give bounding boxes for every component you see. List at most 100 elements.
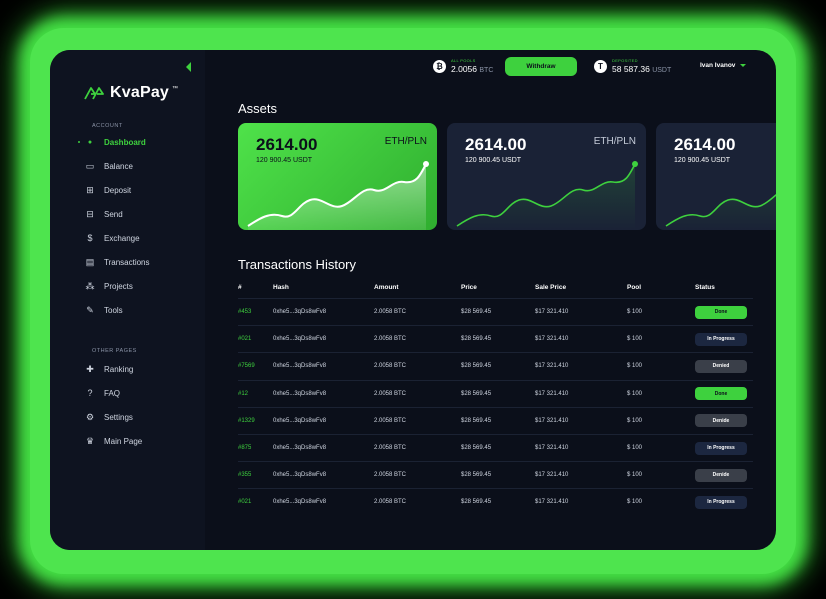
- table-row[interactable]: #021 0xhe5...3qDs8wFv8 2.0058 BTC $28 569.4…: [238, 488, 753, 515]
- status-cell: Done: [695, 387, 753, 401]
- sidebar-item-dashboard[interactable]: ● Dashboard: [78, 130, 204, 154]
- all-pools-label: ALL POOLS: [451, 58, 476, 63]
- assets-title: Assets: [238, 101, 278, 116]
- table-row[interactable]: #355 0xhe5...3qDs8wFv8 2.0058 BTC $28 569.4…: [238, 461, 753, 488]
- asset-amount: 2614.00: [256, 135, 318, 154]
- other-nav: ✚ Ranking? FAQ ⚙ Settings ♛ Main Page: [84, 357, 204, 453]
- tx-sale-price: $17 321.410: [535, 336, 569, 343]
- section-label-account: ACCOUNT: [92, 123, 123, 129]
- tx-sale-price: $17 321.410: [535, 472, 569, 479]
- deposited-label: DEPOSITED: [612, 58, 638, 63]
- sidebar-item-projects[interactable]: ⁂ Projects: [84, 274, 204, 298]
- column-header[interactable]: Pool: [627, 284, 695, 291]
- user-menu[interactable]: Ivan Ivanov: [700, 62, 747, 69]
- account-nav: ● Dashboard ▭ Balance ⊞ Deposit ⊟ Send $ Exchange…: [78, 130, 204, 322]
- crown-icon: ♛: [85, 435, 95, 446]
- ranking-icon: ✚: [86, 363, 94, 374]
- tx-sale-price: $17 321.410: [535, 363, 569, 370]
- sidebar-item-main-page[interactable]: ♛ Main Page: [84, 429, 204, 453]
- tx-sale-price: $17 321.410: [535, 390, 569, 397]
- table-header: # Hash Amount Price Sale Price Pool Stat…: [238, 276, 753, 298]
- sidebar-item-balance[interactable]: ▭ Balance: [84, 154, 204, 178]
- table-row[interactable]: #7569 0xhe5...3qDs8wFv8 2.0058 BTC $28 569.…: [238, 352, 753, 379]
- app-window: KvaPay ™ ACCOUNT ● Dashboard ▭ Balance ⊞ Depo…: [50, 50, 776, 550]
- tx-id: #1329: [238, 417, 255, 424]
- tx-price: $28 569.45: [461, 309, 492, 316]
- tx-amount: 2.0058 BTC: [374, 472, 407, 479]
- column-header[interactable]: Hash: [273, 284, 374, 291]
- tx-id: #355: [238, 472, 252, 479]
- status-badge: Done: [695, 387, 747, 401]
- sidebar-item-faq[interactable]: ? FAQ: [84, 381, 204, 405]
- all-pools-unit: BTC: [479, 67, 494, 74]
- tx-amount: 2.0058 BTC: [374, 336, 407, 343]
- deposited-stat: T DEPOSITED 58 587.36 USDT: [594, 58, 671, 74]
- sidebar-item-label: Send: [104, 209, 123, 219]
- deposited-value-wrap: 58 587.36 USDT: [612, 64, 671, 74]
- tx-sale-price: $17 321.410: [535, 445, 569, 452]
- tx-hash: 0xhe5...3qDs8wFv8: [273, 499, 327, 506]
- faq-icon: ?: [87, 388, 93, 398]
- tx-amount: 2.0058 BTC: [374, 363, 407, 370]
- table-row[interactable]: #875 0xhe5...3qDs8wFv8 2.0058 BTC $28 569.4…: [238, 433, 753, 461]
- tx-amount: 2.0058 BTC: [374, 309, 407, 316]
- asset-sparkline: [456, 161, 638, 230]
- tx-amount: 2.0058 BTC: [374, 499, 407, 506]
- collapse-sidebar-icon[interactable]: [186, 62, 191, 72]
- status-cell: Denied: [695, 359, 753, 373]
- asset-amount: 2614.00: [465, 135, 527, 154]
- tx-id: #875: [238, 445, 252, 452]
- user-name: Ivan Ivanov: [700, 62, 736, 69]
- sidebar-item-ranking[interactable]: ✚ Ranking: [84, 357, 204, 381]
- asset-pair: ETH/PLN: [593, 136, 636, 147]
- status-badge: Denide: [695, 414, 747, 428]
- tx-hash: 0xhe5...3qDs8wFv8: [273, 336, 327, 343]
- table-row[interactable]: #1329 0xhe5...3qDs8wFv8 2.0058 BTC $28 569.…: [238, 406, 753, 434]
- tx-price: $28 569.45: [461, 363, 492, 370]
- column-header[interactable]: Sale Price: [535, 284, 627, 291]
- asset-card[interactable]: 2614.00 120 900.45 USDT ETH/PLN: [447, 123, 646, 230]
- sidebar-item-tools[interactable]: ✎ Tools: [84, 298, 204, 322]
- tx-amount: 2.0058 BTC: [374, 445, 407, 452]
- brand-name: KvaPay: [110, 84, 170, 101]
- status-cell: In Progress: [695, 495, 753, 509]
- sidebar-item-exchange[interactable]: $ Exchange: [84, 226, 204, 250]
- sidebar-item-send[interactable]: ⊟ Send: [84, 202, 204, 226]
- logo[interactable]: KvaPay ™: [84, 84, 178, 102]
- trademark: ™: [172, 85, 179, 92]
- status-badge: Done: [695, 305, 747, 319]
- status-badge: Denied: [695, 359, 747, 373]
- chevron-down-icon: [740, 64, 747, 67]
- column-header[interactable]: Price: [461, 284, 535, 291]
- tx-price: $28 569.45: [461, 417, 492, 424]
- tx-amount: 2.0058 BTC: [374, 417, 407, 424]
- tx-hash: 0xhe5...3qDs8wFv8: [273, 472, 327, 479]
- column-header[interactable]: #: [238, 284, 273, 291]
- table-row[interactable]: #12 0xhe5...3qDs8wFv8 2.0058 BTC $28 569.45…: [238, 379, 753, 407]
- tx-id: #7569: [238, 363, 255, 370]
- sidebar-item-transactions[interactable]: ▤ Transactions: [84, 250, 204, 274]
- section-label-other: OTHER PAGES: [92, 348, 137, 354]
- sidebar-item-label: Transactions: [104, 257, 150, 267]
- sidebar-item-settings[interactable]: ⚙ Settings: [84, 405, 204, 429]
- asset-pair: ETH/PLN: [384, 136, 427, 147]
- sidebar: KvaPay ™ ACCOUNT ● Dashboard ▭ Balance ⊞ Depo…: [50, 50, 205, 550]
- sidebar-item-deposit[interactable]: ⊞ Deposit: [84, 178, 204, 202]
- sidebar-item-label: Projects: [104, 281, 133, 291]
- all-pools-stat: ₿ ALL POOLS 2.0056 BTC: [433, 58, 493, 74]
- exchange-icon: $: [87, 233, 93, 243]
- tx-hash: 0xhe5...3qDs8wFv8: [273, 363, 327, 370]
- tx-sale-price: $17 321.410: [535, 499, 569, 506]
- kvapay-logo-icon: [84, 87, 104, 100]
- tx-id: #12: [238, 390, 249, 397]
- tx-hash: 0xhe5...3qDs8wFv8: [273, 309, 327, 316]
- settings-icon: ⚙: [85, 411, 95, 422]
- column-header[interactable]: Amount: [374, 284, 461, 291]
- table-row[interactable]: #453 0xhe5...3qDs8wFv8 2.0058 BTC $28 569.4…: [238, 298, 753, 325]
- asset-card[interactable]: 2614.00 120 900.45 USDT ETH/PLN: [238, 123, 437, 230]
- sidebar-item-label: Exchange: [104, 233, 140, 243]
- withdraw-button[interactable]: Withdraw: [505, 57, 577, 76]
- column-header[interactable]: Status: [695, 284, 753, 291]
- asset-card[interactable]: 2614.00 120 900.45 USDT: [656, 123, 776, 230]
- table-row[interactable]: #021 0xhe5...3qDs8wFv8 2.0058 BTC $28 569.4…: [238, 325, 753, 352]
